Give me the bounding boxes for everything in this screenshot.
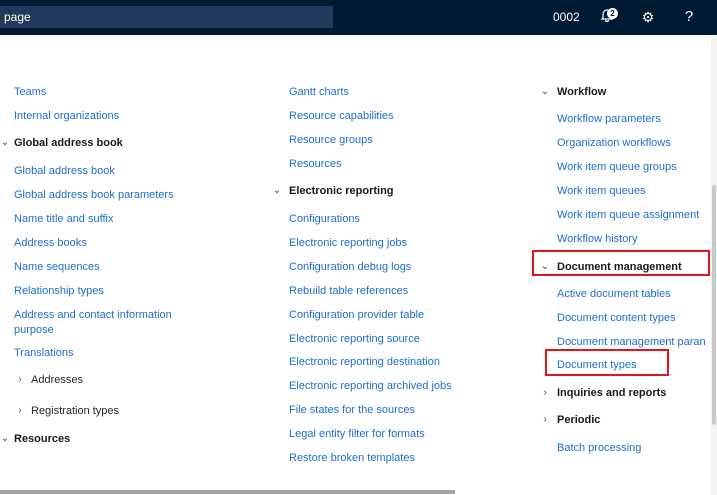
link-workflow-parameters[interactable]: Workflow parameters <box>557 111 661 127</box>
link-er-jobs[interactable]: Electronic reporting jobs <box>289 235 407 251</box>
search-input[interactable]: page <box>0 6 333 28</box>
link-name-title-suffix[interactable]: Name title and suffix <box>14 211 113 227</box>
link-document-types[interactable]: Document types <box>557 357 636 373</box>
link-resource-groups[interactable]: Resource groups <box>289 132 373 148</box>
link-config-debug-logs[interactable]: Configuration debug logs <box>289 259 411 275</box>
chevron-right-icon[interactable]: › <box>540 415 550 425</box>
link-translations[interactable]: Translations <box>14 345 74 361</box>
subgroup-addresses[interactable]: Addresses <box>31 372 83 388</box>
group-header-electronic-reporting[interactable]: Electronic reporting <box>289 183 394 199</box>
link-global-address-book[interactable]: Global address book <box>14 163 115 179</box>
help-icon[interactable]: ? <box>680 8 698 26</box>
chevron-right-icon[interactable]: › <box>15 375 25 385</box>
link-rebuild-table-references[interactable]: Rebuild table references <box>289 283 408 299</box>
link-er-archived-jobs[interactable]: Electronic reporting archived jobs <box>289 378 452 394</box>
chevron-down-icon[interactable]: ⌄ <box>0 434 10 444</box>
link-address-contact-info-purpose[interactable]: purpose <box>14 322 54 338</box>
link-workflow-history[interactable]: Workflow history <box>557 231 637 247</box>
horizontal-scrollbar[interactable] <box>0 490 455 494</box>
link-work-item-queue-groups[interactable]: Work item queue groups <box>557 159 677 175</box>
link-restore-broken-templates[interactable]: Restore broken templates <box>289 450 415 466</box>
link-teams[interactable]: Teams <box>14 84 46 100</box>
link-relationship-types[interactable]: Relationship types <box>14 283 104 299</box>
chevron-down-icon[interactable]: ⌄ <box>272 186 282 196</box>
link-er-source[interactable]: Electronic reporting source <box>289 331 420 347</box>
link-gantt-charts[interactable]: Gantt charts <box>289 84 349 100</box>
chevron-right-icon[interactable]: › <box>15 406 25 416</box>
chevron-down-icon[interactable]: ⌄ <box>540 262 550 272</box>
link-document-management-parameters[interactable]: Document management paran <box>557 334 706 350</box>
link-batch-processing[interactable]: Batch processing <box>557 440 641 456</box>
link-er-destination[interactable]: Electronic reporting destination <box>289 354 440 370</box>
group-header-periodic[interactable]: Periodic <box>557 412 600 428</box>
group-header-global-address-book[interactable]: Global address book <box>14 135 123 151</box>
gear-icon[interactable]: ⚙ <box>639 8 657 26</box>
company-selector[interactable]: 0002 <box>553 10 580 24</box>
chevron-right-icon[interactable]: › <box>540 388 550 398</box>
top-navigation-bar: page 0002 2 ⚙ ? <box>0 0 717 35</box>
link-organization-workflows[interactable]: Organization workflows <box>557 135 671 151</box>
chevron-down-icon[interactable]: ⌄ <box>0 138 10 148</box>
group-header-resources[interactable]: Resources <box>14 431 70 447</box>
notification-badge: 2 <box>607 8 618 19</box>
scrollbar-thumb[interactable] <box>712 185 716 425</box>
group-header-document-management[interactable]: Document management <box>557 259 682 275</box>
link-configurations[interactable]: Configurations <box>289 211 360 227</box>
link-config-provider-table[interactable]: Configuration provider table <box>289 307 424 323</box>
link-work-item-queues[interactable]: Work item queues <box>557 183 645 199</box>
subgroup-registration-types[interactable]: Registration types <box>31 403 119 419</box>
link-resource-capabilities[interactable]: Resource capabilities <box>289 108 394 124</box>
link-work-item-queue-assignment[interactable]: Work item queue assignment <box>557 207 699 223</box>
link-document-content-types[interactable]: Document content types <box>557 310 676 326</box>
group-header-workflow[interactable]: Workflow <box>557 84 606 100</box>
link-resources[interactable]: Resources <box>289 156 342 172</box>
chevron-down-icon[interactable]: ⌄ <box>540 87 550 97</box>
link-internal-organizations[interactable]: Internal organizations <box>14 108 119 124</box>
link-global-address-book-parameters[interactable]: Global address book parameters <box>14 187 174 203</box>
group-header-inquiries-reports[interactable]: Inquiries and reports <box>557 385 666 401</box>
link-file-states[interactable]: File states for the sources <box>289 402 415 418</box>
link-address-books[interactable]: Address books <box>14 235 87 251</box>
link-active-document-tables[interactable]: Active document tables <box>557 286 671 302</box>
link-legal-entity-filter[interactable]: Legal entity filter for formats <box>289 426 425 442</box>
link-address-contact-info[interactable]: Address and contact information <box>14 307 172 323</box>
link-name-sequences[interactable]: Name sequences <box>14 259 100 275</box>
